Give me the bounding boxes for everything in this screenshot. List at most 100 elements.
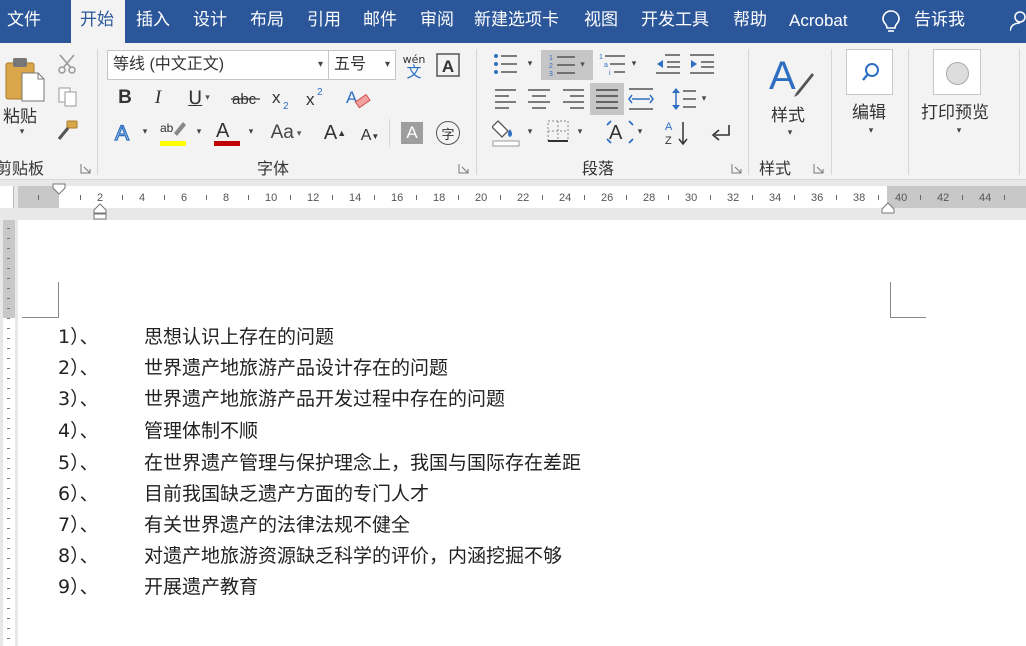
grow-font-button[interactable]: A ▲ <box>323 119 347 147</box>
ruler-number: 44 <box>979 192 992 204</box>
tab-home[interactable]: 开始 <box>71 0 125 43</box>
document-page[interactable]: 1）、 思想认识上存在的问题 2）、 世界遗产地旅游产品设计存在的问题 3）、 世界遗… <box>18 220 1026 646</box>
format-painter-icon[interactable] <box>55 119 79 143</box>
borders-icon[interactable] <box>546 119 570 143</box>
text-effects-icon[interactable]: A <box>112 119 138 145</box>
clipboard-launcher-icon[interactable] <box>80 163 91 174</box>
font-name-combo[interactable]: 等线 (中文正文) ▾ <box>107 50 329 80</box>
enclose-characters-button[interactable]: 字 <box>436 121 460 145</box>
chevron-down-icon[interactable]: ▾ <box>574 125 586 139</box>
multilevel-list-icon[interactable]: 1ai <box>599 52 627 76</box>
tab-layout[interactable]: 布局 <box>250 0 284 43</box>
bullets-icon[interactable] <box>493 52 519 76</box>
tab-references[interactable]: 引用 <box>307 0 341 43</box>
clear-formatting-icon[interactable]: A <box>344 85 372 111</box>
chevron-down-icon[interactable]: ▾ <box>634 125 646 139</box>
ruler-tick <box>416 195 417 200</box>
chevron-down-icon[interactable]: ▾ <box>318 51 323 79</box>
tab-file[interactable]: 文件 <box>7 0 41 43</box>
align-right-icon[interactable] <box>561 87 585 111</box>
italic-button[interactable]: I <box>148 85 168 111</box>
svg-text:i: i <box>609 70 611 76</box>
right-indent-marker[interactable] <box>881 202 895 214</box>
change-case-button[interactable]: Aa ▾ <box>266 121 306 145</box>
chinese-layout-icon[interactable]: A <box>605 119 635 145</box>
first-line-indent-marker[interactable] <box>52 183 66 195</box>
numbering-button[interactable]: 123 ▾ <box>541 50 593 80</box>
vertical-ruler-tick <box>7 478 10 479</box>
account-icon[interactable] <box>1010 11 1026 31</box>
svg-text:A: A <box>346 88 358 107</box>
tab-help[interactable]: 帮助 <box>733 0 767 43</box>
line-spacing-icon[interactable] <box>671 86 697 112</box>
font-size-combo[interactable]: 五号 ▾ <box>328 50 396 80</box>
chevron-down-icon[interactable]: ▾ <box>865 125 877 137</box>
distributed-icon[interactable] <box>628 86 654 112</box>
tab-tell-me[interactable]: 告诉我 <box>914 0 965 43</box>
lightbulb-icon[interactable] <box>881 9 901 35</box>
paste-icon[interactable] <box>4 55 46 103</box>
align-left-icon[interactable] <box>494 87 518 111</box>
editing-button-box[interactable] <box>846 49 893 95</box>
chevron-down-icon[interactable]: ▾ <box>628 57 640 71</box>
hanging-indent-marker[interactable] <box>93 203 107 220</box>
svg-text:Z: Z <box>665 135 672 147</box>
shading-icon[interactable] <box>492 117 520 147</box>
bold-button[interactable]: B <box>115 85 135 111</box>
tab-view[interactable]: 视图 <box>584 0 618 43</box>
vertical-ruler[interactable] <box>0 220 18 646</box>
tab-selector[interactable] <box>0 186 14 208</box>
tab-mailings[interactable]: 邮件 <box>363 0 397 43</box>
chevron-down-icon[interactable]: ▾ <box>524 125 536 139</box>
ruler-tick <box>122 195 123 200</box>
paste-label[interactable]: 粘贴 <box>3 102 37 127</box>
shrink-font-button[interactable]: A ▼ <box>358 123 382 149</box>
align-center-icon[interactable] <box>527 87 551 111</box>
increase-indent-icon[interactable] <box>689 52 715 76</box>
styles-launcher-icon[interactable] <box>813 163 824 174</box>
shrink-font-icon: A <box>360 127 372 144</box>
chevron-down-icon[interactable]: ▾ <box>524 57 536 71</box>
character-border-icon[interactable]: A <box>436 53 460 77</box>
print-preview-button-box[interactable] <box>933 49 981 95</box>
paste-dropdown-arrow[interactable]: ▾ <box>16 126 28 138</box>
paragraph-launcher-icon[interactable] <box>731 163 742 174</box>
chevron-down-icon[interactable]: ▾ <box>698 92 710 106</box>
ruler-tick <box>458 195 459 200</box>
chevron-down-icon[interactable]: ▾ <box>193 125 205 139</box>
character-shading-button[interactable]: A <box>401 122 423 144</box>
superscript-icon[interactable]: x 2 <box>305 85 329 109</box>
show-formatting-icon[interactable] <box>708 121 732 145</box>
tab-acrobat[interactable]: Acrobat <box>789 0 848 43</box>
font-color-icon[interactable]: A <box>212 117 242 147</box>
chevron-down-icon[interactable]: ▾ <box>580 60 585 70</box>
chevron-down-icon[interactable]: ▾ <box>139 125 151 139</box>
decrease-indent-icon[interactable] <box>655 52 681 76</box>
highlight-color-icon[interactable]: ab <box>158 117 190 147</box>
underline-button[interactable]: U ▾ <box>182 85 216 111</box>
tab-insert[interactable]: 插入 <box>136 0 170 43</box>
horizontal-ruler[interactable]: 2 4 6 8 10 12 14 16 18 20 22 24 26 28 30 32 34 36 38 40 42 44 <box>0 180 1026 220</box>
editing-button-label[interactable]: 编辑 <box>852 98 886 123</box>
tab-developer[interactable]: 开发工具 <box>641 0 709 43</box>
print-preview-label[interactable]: 打印预览 <box>921 98 989 123</box>
subscript-icon[interactable]: x 2 <box>271 87 295 111</box>
chevron-down-icon[interactable]: ▾ <box>245 125 257 139</box>
list-item-number: 9）、 <box>58 576 99 598</box>
font-launcher-icon[interactable] <box>458 163 469 174</box>
ruler-tick <box>710 195 711 200</box>
tab-review[interactable]: 审阅 <box>420 0 454 43</box>
chevron-down-icon[interactable]: ▾ <box>784 127 796 139</box>
phonetic-guide-button[interactable]: wén 文 <box>399 51 429 81</box>
styles-button-label[interactable]: 样式 <box>771 101 805 126</box>
chevron-down-icon[interactable]: ▾ <box>385 51 390 79</box>
justify-button[interactable] <box>590 83 624 115</box>
copy-icon[interactable] <box>57 86 79 108</box>
cut-icon[interactable] <box>56 53 78 75</box>
tab-design[interactable]: 设计 <box>193 0 227 43</box>
tab-new-tab[interactable]: 新建选项卡 <box>474 0 559 43</box>
sort-icon[interactable]: AZ <box>664 119 690 147</box>
strikethrough-icon[interactable]: abc <box>231 89 261 109</box>
chevron-down-icon[interactable]: ▾ <box>953 125 965 137</box>
styles-icon[interactable]: A <box>768 51 814 99</box>
